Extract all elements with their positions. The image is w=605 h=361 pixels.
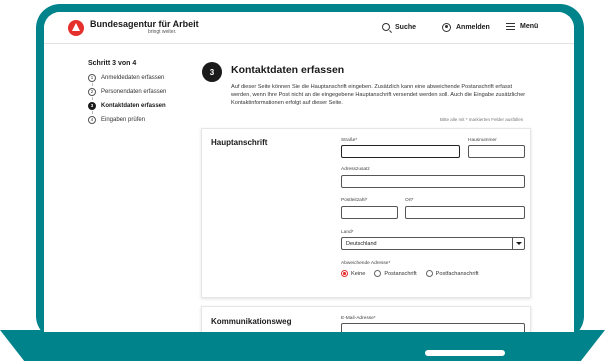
radio-selected-icon [341,270,348,277]
city-input[interactable] [405,206,525,219]
intro-text: Auf dieser Seite können Sie die Hauptans… [231,84,526,106]
screen: Bundesagentur für Arbeit bringt weiter. … [44,12,574,332]
radio-postanschrift[interactable]: Postanschrift [374,270,417,277]
email-input[interactable] [341,323,525,332]
login-label: Anmelden [456,24,490,31]
radio-keine[interactable]: Keine [341,270,365,277]
country-select[interactable]: Deutschland [341,237,525,250]
required-fields-note: Bitte alle mit * markierten Felder ausfü… [440,117,524,122]
radio-label: Keine [351,270,366,277]
step-number: 3 [88,101,96,110]
hamburger-icon [506,23,515,30]
step-item-4: 4 Eingaben prüfen [88,114,188,125]
email-label: E-Mail-Adresse* [341,316,376,321]
alt-address-label: Abweichende Adresse* [341,261,391,266]
step-item-2[interactable]: 2 Personendaten erfassen [88,86,188,97]
step-badge: 3 [202,62,222,82]
alt-address-radio-group: Keine Postanschrift Postfachanschrift [341,270,479,277]
address-addition-input[interactable] [341,175,525,188]
step-item-1[interactable]: 1 Anmeldedaten erfassen [88,72,188,83]
login-button[interactable]: Anmelden [442,23,490,32]
step-number: 2 [88,87,96,96]
communication-heading: Kommunikationsweg [211,317,292,326]
street-input[interactable] [341,145,460,158]
step-item-3: 3 Kontaktdaten erfassen [88,100,188,111]
brand-tagline: bringt weiter. [148,29,177,35]
step-number: 1 [88,73,96,82]
house-number-input[interactable] [468,145,525,158]
step-label: Anmeldedaten erfassen [101,74,165,81]
step-label: Kontaktdaten erfassen [101,102,166,109]
search-icon [382,23,390,31]
stepper-title: Schritt 3 von 4 [88,60,137,67]
country-value: Deutschland [346,241,377,247]
zip-input[interactable] [341,206,398,219]
city-label: Ort* [405,198,414,203]
brand-name[interactable]: Bundesagentur für Arbeit [90,19,199,29]
search-button[interactable]: Suche [382,23,416,31]
address-heading: Hauptanschrift [211,138,268,147]
ba-logo-icon[interactable] [68,20,84,36]
address-addition-label: Adresszusatz [341,167,370,172]
laptop-base [0,330,605,361]
menu-button[interactable]: Menü [506,23,538,30]
step-label: Eingaben prüfen [101,116,146,123]
stage: Bundesagentur für Arbeit bringt weiter. … [0,0,605,361]
user-icon [442,23,451,32]
radio-icon [425,270,433,277]
laptop-base-notch [425,350,505,356]
step-label: Personendaten erfassen [101,88,167,95]
radio-icon [374,270,382,277]
search-label: Suche [395,23,417,31]
radio-label: Postanschrift [384,270,417,277]
chevron-down-icon[interactable] [512,238,524,249]
stepper: 1 Anmeldedaten erfassen 2 Personendaten … [88,72,188,125]
menu-label: Menü [520,23,539,30]
zip-label: Postleitzahl* [341,198,368,203]
page-title: Kontaktdaten erfassen [231,64,345,76]
street-label: Straße* [341,138,358,143]
house-number-label: Hausnummer [468,138,497,143]
radio-label: Postfachanschrift [435,270,479,277]
radio-postfachanschrift[interactable]: Postfachanschrift [425,270,479,277]
site-header: Bundesagentur für Arbeit bringt weiter. … [44,12,574,44]
step-number: 4 [88,115,96,124]
country-label: Land* [341,230,354,235]
